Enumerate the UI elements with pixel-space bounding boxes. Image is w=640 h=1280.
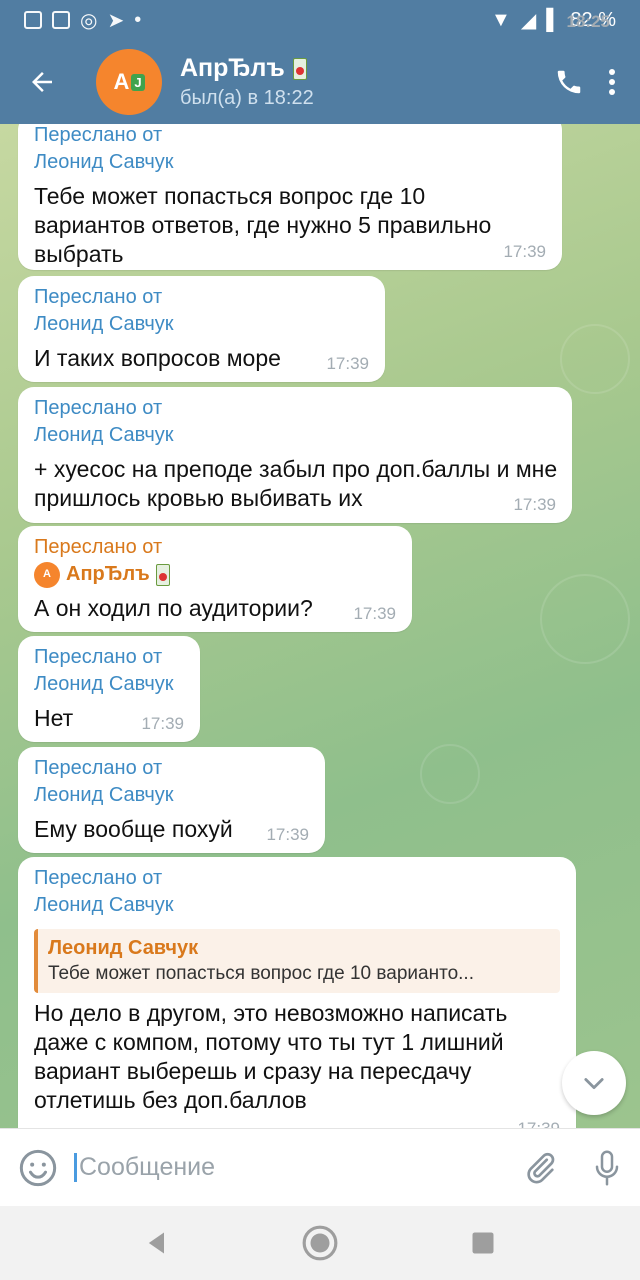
message-bubble[interactable]: Переслано от Леонид Савчук Нет 17:39	[18, 636, 200, 742]
shazam-icon: ◎	[80, 9, 98, 32]
message-text: И таких вопросов море	[34, 345, 281, 371]
message-input[interactable]: Сообщение	[74, 1153, 522, 1182]
nav-home-icon[interactable]	[301, 1224, 339, 1262]
forward-sender[interactable]: Леонид Савчук	[34, 782, 309, 809]
emoji-icon[interactable]	[18, 1148, 58, 1188]
forward-sender[interactable]: Леонид Савчук	[34, 671, 184, 698]
forward-sender[interactable]: Леонид Савчук	[34, 892, 560, 919]
message-time: 17:39	[266, 825, 309, 844]
more-vertical-icon[interactable]	[608, 67, 616, 97]
message-text: + хуесос на преподе забыл про доп.баллы …	[34, 456, 558, 511]
avatar[interactable]: АJ	[96, 49, 162, 115]
juice-box-icon	[292, 57, 307, 80]
message-bubble[interactable]: Переслано от Леонид Савчук + хуесос на п…	[18, 387, 572, 523]
attach-icon[interactable]	[522, 1150, 558, 1186]
message-time: 17:39	[141, 714, 184, 733]
status-bar: 18:25 ◎ ➤ • ▼ ◢ ▌ 82 %	[0, 0, 640, 40]
forward-sender[interactable]: Леонид Савчук	[34, 149, 546, 176]
reply-author: Леонид Савчук	[48, 937, 199, 959]
juice-icon: J	[131, 73, 145, 91]
forward-sender[interactable]: Леонид Савчук	[34, 422, 556, 449]
chat-info[interactable]: АпрЂлъ был(а) в 18:22	[180, 54, 314, 110]
message-bubble[interactable]: Переслано от Леонид Савчук Тебе может по…	[18, 124, 562, 270]
arrow-left-icon	[32, 72, 52, 92]
status-time: 18:25	[566, 12, 610, 31]
forward-sender[interactable]: Леонид Савчук	[34, 311, 369, 338]
chevron-down-icon	[584, 1078, 604, 1090]
chat-title: АпрЂлъ	[180, 54, 285, 82]
microphone-icon[interactable]	[592, 1149, 622, 1187]
back-button[interactable]	[0, 40, 84, 124]
message-bubble[interactable]: Переслано от Леонид Савчук И таких вопро…	[18, 276, 385, 382]
sender-avatar: А	[34, 561, 60, 588]
forward-label: Переслано от	[34, 536, 163, 558]
image-icon	[24, 11, 42, 29]
phone-call-icon[interactable]	[554, 67, 584, 97]
wallpaper-doodle	[420, 744, 480, 804]
message-bubble[interactable]: Переслано от Леонид Савчук Леонид Савчук…	[18, 857, 576, 1128]
scroll-down-button[interactable]	[562, 1051, 626, 1115]
message-time: 17:39	[503, 242, 546, 261]
forward-sender[interactable]: А АпрЂлъ	[34, 561, 396, 588]
forward-label: Переслано от	[34, 286, 163, 308]
chat-header: АJ АпрЂлъ был(а) в 18:22	[0, 40, 640, 124]
forward-label: Переслано от	[34, 757, 163, 779]
wifi-icon: ▼	[491, 8, 511, 31]
forward-label: Переслано от	[34, 646, 163, 668]
chat-status: был(а) в 18:22	[180, 87, 314, 109]
message-text: А он ходил по аудитории?	[34, 595, 313, 621]
message-time: 17:39	[353, 604, 396, 623]
message-text: Но дело в другом, это невозможно написат…	[34, 1000, 508, 1113]
battery-icon: ▌	[546, 8, 561, 31]
message-time: 17:39	[513, 495, 556, 514]
juice-box-icon	[155, 563, 170, 586]
forward-label: Переслано от	[34, 397, 163, 419]
message-composer: Сообщение	[0, 1128, 640, 1206]
message-time: 17:39	[326, 354, 369, 373]
telegram-icon: ➤	[107, 9, 125, 32]
forward-label: Переслано от	[34, 867, 163, 889]
message-bubble[interactable]: Переслано от Леонид Савчук Ему вообще по…	[18, 747, 325, 853]
forward-label: Переслано от	[34, 124, 163, 146]
message-text: Тебе может попасться вопрос где 10 вариа…	[34, 183, 492, 267]
system-navigation-bar	[0, 1206, 640, 1280]
signal-icon: ◢	[520, 9, 537, 32]
nav-back-icon[interactable]	[143, 1229, 171, 1257]
chat-area[interactable]: Переслано от Леонид Савчук Тебе может по…	[0, 124, 640, 1128]
dot-icon: •	[134, 8, 142, 31]
nfc-icon	[52, 11, 70, 29]
reply-text: Тебе может попасться вопрос где 10 вариа…	[48, 963, 474, 984]
wallpaper-doodle	[540, 574, 630, 664]
reply-quote[interactable]: Леонид Савчук Тебе может попасться вопро…	[34, 929, 560, 993]
message-bubble[interactable]: Переслано от А АпрЂлъ А он ходил по ауди…	[18, 526, 412, 632]
wallpaper-doodle	[560, 324, 630, 394]
message-time: 17:39	[517, 1119, 560, 1128]
nav-recents-icon[interactable]	[469, 1229, 497, 1257]
